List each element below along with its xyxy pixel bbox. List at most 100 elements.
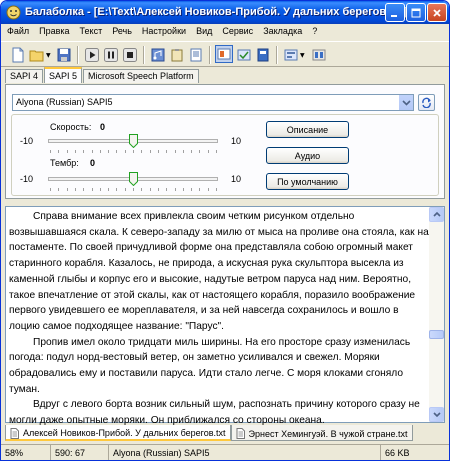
- read-clipboard-button[interactable]: [168, 46, 186, 64]
- pitch-slider-tick: [149, 188, 151, 191]
- new-document-icon: [12, 47, 24, 63]
- speed-slider-tick: [58, 150, 60, 153]
- chevron-down-icon: [401, 99, 411, 106]
- speed-label: Скорость:: [50, 122, 92, 132]
- pitch-slider-thumb[interactable]: [129, 172, 138, 187]
- speed-slider-tick: [91, 150, 93, 153]
- text-file-icon: [10, 427, 19, 439]
- help-icon: [312, 49, 326, 61]
- scroll-down-button[interactable]: [429, 407, 444, 422]
- title-bar[interactable]: Балаболка - [E:\Text\Алексей Новиков-При…: [1, 1, 449, 24]
- speed-slider-tick: [116, 150, 118, 153]
- voice-dropdown-button[interactable]: [398, 95, 413, 110]
- app-icon: [6, 5, 21, 20]
- menu-settings[interactable]: Настройки: [137, 24, 191, 40]
- status-size: 66 KB: [385, 448, 410, 458]
- scroll-thumb[interactable]: [429, 330, 444, 339]
- toolbar-separator: [77, 46, 79, 64]
- voice-panel: Alyona (Russian) SAPI5 Скорость: 0 -10 1…: [5, 84, 445, 199]
- menu-file[interactable]: Файл: [1, 24, 34, 40]
- settings-icon: [284, 49, 298, 61]
- menu-bookmark[interactable]: Закладка: [258, 24, 307, 40]
- open-button[interactable]: [28, 46, 46, 64]
- speed-value: 0: [100, 122, 106, 132]
- document-tabs: Алексей Новиков-Прибой. У дальних берего…: [5, 425, 445, 442]
- refresh-icon: [422, 97, 431, 108]
- pitch-slider-tick: [166, 188, 168, 191]
- speed-slider-thumb[interactable]: [129, 134, 138, 149]
- pitch-slider-tick: [182, 188, 184, 191]
- dictionary-button[interactable]: [254, 46, 272, 64]
- speed-slider-tick: [74, 150, 76, 153]
- pitch-slider-tick: [207, 188, 209, 191]
- pitch-slider-tick: [141, 188, 143, 191]
- maximize-button[interactable]: [406, 3, 426, 22]
- menu-tools[interactable]: Сервис: [217, 24, 258, 40]
- doc-tab-active[interactable]: Алексей Новиков-Прибой. У дальних берего…: [5, 425, 231, 441]
- status-bar: 58% 590: 67 Alyona (Russian) SAPI5 66 KB: [1, 444, 449, 460]
- read-file-button[interactable]: [187, 46, 205, 64]
- speed-slider-tick: [149, 150, 151, 153]
- settings-dropdown-arrow-icon[interactable]: ▼: [300, 52, 305, 59]
- text-file-icon: [236, 428, 245, 439]
- stop-icon: [123, 48, 137, 62]
- pitch-slider-tick: [58, 188, 60, 191]
- voice-select[interactable]: Alyona (Russian) SAPI5: [12, 94, 414, 111]
- pitch-slider-tick: [174, 188, 176, 191]
- description-button[interactable]: Описание: [266, 121, 349, 138]
- tab-sapi5[interactable]: SAPI 5: [44, 67, 83, 83]
- audio-button[interactable]: Аудио: [266, 147, 349, 164]
- speed-min: -10: [20, 136, 34, 146]
- status-zoom: 58%: [1, 445, 51, 460]
- close-button[interactable]: [427, 3, 447, 22]
- arrow-down-icon: [432, 412, 441, 417]
- read-clipboard-icon: [171, 49, 183, 62]
- speed-slider-tick: [216, 150, 217, 153]
- new-document-button[interactable]: [9, 46, 27, 64]
- scroll-up-button[interactable]: [429, 207, 444, 222]
- doc-tab-label: Алексей Новиков-Прибой. У дальних берего…: [23, 428, 226, 438]
- menu-help[interactable]: ?: [307, 24, 322, 40]
- spell-check-button[interactable]: [235, 46, 253, 64]
- settings-button[interactable]: [282, 46, 300, 64]
- speed-slider-tick: [50, 150, 51, 153]
- minimize-button[interactable]: [385, 3, 405, 22]
- speed-slider-tick: [191, 150, 193, 153]
- pitch-value: 0: [90, 158, 96, 168]
- pitch-slider-tick: [199, 188, 201, 191]
- open-dropdown-arrow-icon[interactable]: ▼: [46, 52, 51, 59]
- active-tool-icon: [217, 48, 231, 60]
- speed-slider-tick: [141, 150, 143, 153]
- refresh-voices-button[interactable]: [418, 94, 435, 111]
- maximize-icon: [411, 8, 421, 17]
- status-position: 590: 67: [51, 445, 109, 460]
- speed-slider-tick: [182, 150, 184, 153]
- doc-tab[interactable]: Эрнест Хемингуэй. В чужой стране.txt: [230, 425, 413, 441]
- menu-speech[interactable]: Речь: [107, 24, 137, 40]
- play-button[interactable]: [83, 46, 101, 64]
- pitch-slider-tick: [108, 188, 110, 191]
- tab-speech-platform[interactable]: Microsoft Speech Platform: [83, 69, 199, 83]
- pitch-slider-tick: [66, 188, 68, 191]
- text-editor[interactable]: Справа внимание всех привлекла своим чет…: [5, 206, 445, 426]
- editor-text[interactable]: Справа внимание всех привлекла своим чет…: [9, 209, 429, 429]
- pause-button[interactable]: [102, 46, 120, 64]
- default-button[interactable]: По умолчанию: [266, 173, 349, 190]
- play-icon: [85, 48, 99, 62]
- active-tool-button[interactable]: [215, 45, 233, 63]
- speed-slider-tick: [133, 150, 134, 153]
- menu-text[interactable]: Текст: [75, 24, 108, 40]
- stop-button[interactable]: [121, 46, 139, 64]
- menu-view[interactable]: Вид: [191, 24, 217, 40]
- pitch-slider-tick: [74, 188, 76, 191]
- pitch-min: -10: [20, 174, 34, 184]
- dictionary-icon: [257, 48, 269, 62]
- menu-edit[interactable]: Правка: [34, 24, 74, 40]
- vertical-scrollbar[interactable]: [429, 207, 444, 422]
- help-button[interactable]: [310, 46, 328, 64]
- save-audio-button[interactable]: [149, 46, 167, 64]
- save-button[interactable]: [55, 46, 73, 64]
- speed-slider-tick: [207, 150, 209, 153]
- pitch-slider-tick: [157, 188, 159, 191]
- tab-sapi4[interactable]: SAPI 4: [5, 69, 44, 83]
